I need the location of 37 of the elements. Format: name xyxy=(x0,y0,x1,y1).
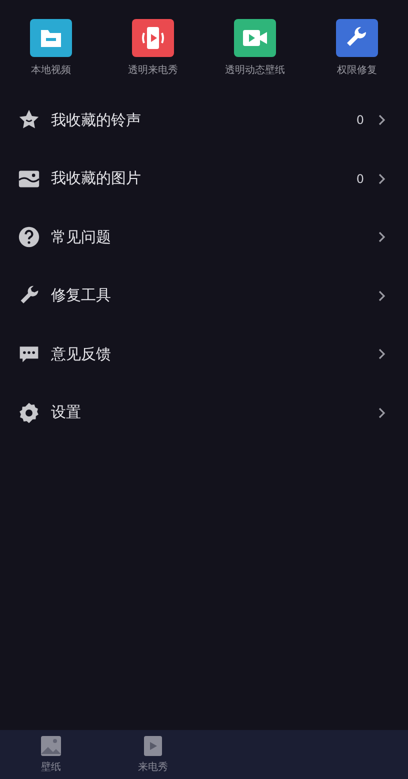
shortcut-button[interactable] xyxy=(336,19,378,57)
menu-item[interactable]: 修复工具 xyxy=(0,266,408,325)
play-icon xyxy=(142,735,164,757)
menu-item[interactable]: 设置 xyxy=(0,384,408,442)
image-icon xyxy=(40,735,62,757)
chevron-right-icon xyxy=(378,172,386,185)
menu-label: 我收藏的铃声 xyxy=(51,110,142,130)
menu-label: 我收藏的图片 xyxy=(51,169,142,188)
menu-item[interactable]: 意见反馈 xyxy=(0,325,408,384)
shortcut-button[interactable] xyxy=(30,19,72,57)
menu-label: 意见反馈 xyxy=(51,344,112,364)
settings-icon xyxy=(18,402,40,424)
folder-icon xyxy=(39,27,63,49)
shortcut-button[interactable] xyxy=(132,19,174,57)
menu-label: 修复工具 xyxy=(51,286,112,306)
menu-item[interactable]: 我收藏的图片 0 xyxy=(0,150,408,208)
chevron-right-icon xyxy=(378,348,386,360)
shortcut-label: 透明来电秀 xyxy=(128,64,178,77)
count-label: 0 xyxy=(356,113,364,128)
chevron-right-icon xyxy=(378,290,386,302)
menu-item[interactable]: 常见问题 xyxy=(0,208,408,266)
shortcut-label: 本地视频 xyxy=(31,64,71,77)
phone-play-icon xyxy=(140,26,166,50)
shortcut-button[interactable] xyxy=(234,19,276,57)
tab[interactable]: 壁纸 xyxy=(0,730,102,779)
chevron-right-icon xyxy=(378,406,386,419)
menu-label: 设置 xyxy=(51,403,82,422)
tab[interactable]: 来电秀 xyxy=(102,730,204,779)
menu-label: 常见问题 xyxy=(51,228,112,247)
shortcut-label: 透明动态壁纸 xyxy=(225,64,285,77)
shortcut-label: 权限修复 xyxy=(337,64,377,77)
menu-item[interactable]: 我收藏的铃声 0 xyxy=(0,91,408,150)
help-icon xyxy=(18,226,40,248)
chevron-right-icon xyxy=(378,114,386,126)
chevron-right-icon xyxy=(378,231,386,244)
video-camera-icon xyxy=(242,28,268,48)
count-label: 0 xyxy=(356,172,364,186)
